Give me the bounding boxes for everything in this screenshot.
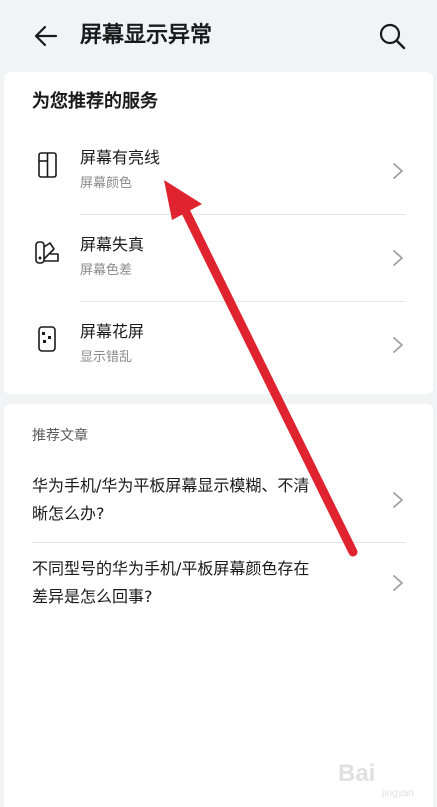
chevron-right-icon [393,163,403,179]
recommended-services-card: 为您推荐的服务 屏幕有亮线 屏幕颜色 屏幕失真 屏幕色差 屏幕花屏 显示错乱 [4,72,433,394]
section-title-articles: 推荐文章 [32,428,88,444]
article-title-line: 华为手机/华为平板屏幕显示模糊、不清 [32,476,310,495]
service-title: 屏幕失真 [80,235,145,254]
article-title-line: 差异是怎么回事? [32,587,153,606]
article-item[interactable]: 不同型号的华为手机/平板屏幕颜色存在 差异是怎么回事? [4,543,433,625]
baidu-watermark-logo: Bai jingyan [326,760,434,804]
service-subtitle: 显示错乱 [80,350,133,365]
chevron-right-icon [393,337,403,353]
palette-icon [35,241,59,264]
chevron-right-icon [393,492,403,508]
article-item[interactable]: 华为手机/华为平板屏幕显示模糊、不清 晰怎么办? [4,460,433,542]
chevron-right-icon [393,250,403,266]
recommended-articles-card: 推荐文章 华为手机/华为平板屏幕显示模糊、不清 晰怎么办? 不同型号的华为手机/… [4,404,433,807]
service-item-screen-distortion[interactable]: 屏幕失真 屏幕色差 [4,215,433,301]
app-header: 屏幕显示异常 [0,0,437,72]
article-title-line: 不同型号的华为手机/平板屏幕颜色存在 [32,559,310,578]
section-title-recommended: 为您推荐的服务 [32,91,158,112]
article-title: 华为手机/华为平板屏幕显示模糊、不清 晰怎么办? [32,472,372,528]
watermark-text: Bai [338,760,376,787]
service-title: 屏幕有亮线 [80,148,161,167]
phone-glitch-icon [38,326,56,352]
service-item-screen-line[interactable]: 屏幕有亮线 屏幕颜色 [4,128,433,214]
search-icon[interactable] [376,20,408,52]
screen-line-icon [38,152,57,178]
arrow-left-icon[interactable] [32,22,60,50]
watermark-subtext: jingyan [382,788,414,799]
article-title-line: 晰怎么办? [32,504,105,523]
service-item-screen-glitch[interactable]: 屏幕花屏 显示错乱 [4,302,433,388]
page-title: 屏幕显示异常 [80,23,213,48]
article-title: 不同型号的华为手机/平板屏幕颜色存在 差异是怎么回事? [32,555,372,611]
service-subtitle: 屏幕颜色 [80,176,133,191]
service-title: 屏幕花屏 [80,322,145,341]
chevron-right-icon [393,575,403,591]
service-subtitle: 屏幕色差 [80,263,133,278]
